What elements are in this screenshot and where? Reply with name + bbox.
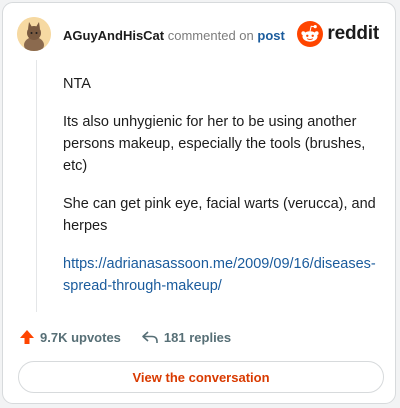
upvote-arrow-icon: [20, 330, 34, 344]
post-link[interactable]: post: [257, 28, 284, 43]
embedded-comment-card: AGuyAndHisCat commented on post reddit N…: [2, 2, 396, 404]
comment-actions: 9.7K upvotes 181 replies: [19, 327, 251, 347]
comment-meta: AGuyAndHisCat commented on post: [63, 28, 285, 43]
reply-arrow-icon: [142, 331, 158, 343]
upvote-button[interactable]: 9.7K upvotes: [19, 329, 121, 345]
comment-paragraph: NTA: [63, 76, 91, 92]
reddit-brand[interactable]: reddit: [297, 21, 379, 47]
avatar-cat-icon: [17, 17, 51, 51]
action-text: commented on: [167, 28, 254, 43]
external-link[interactable]: https://adrianasassoon.me/2009/09/16/dis…: [63, 256, 376, 294]
view-conversation-button[interactable]: View the conversation: [18, 361, 384, 393]
comment-link-paragraph: https://adrianasassoon.me/2009/09/16/dis…: [63, 253, 381, 297]
username-link[interactable]: AGuyAndHisCat: [63, 28, 164, 43]
user-avatar[interactable]: [17, 17, 51, 51]
comment-header: AGuyAndHisCat commented on post reddit: [17, 17, 381, 53]
replies-button[interactable]: 181 replies: [141, 329, 231, 345]
brand-name: reddit: [327, 23, 379, 44]
reply-count: 181 replies: [163, 329, 232, 345]
comment-body: NTA Its also unhygienic for her to be us…: [63, 73, 381, 313]
reddit-logo-icon: [297, 21, 324, 47]
comment-paragraph: She can get pink eye, facial warts (veru…: [63, 196, 376, 234]
upvote-count: 9.7K upvotes: [40, 329, 121, 345]
comment-paragraph: Its also unhygienic for her to be using …: [63, 114, 366, 174]
thread-line: [36, 60, 37, 312]
